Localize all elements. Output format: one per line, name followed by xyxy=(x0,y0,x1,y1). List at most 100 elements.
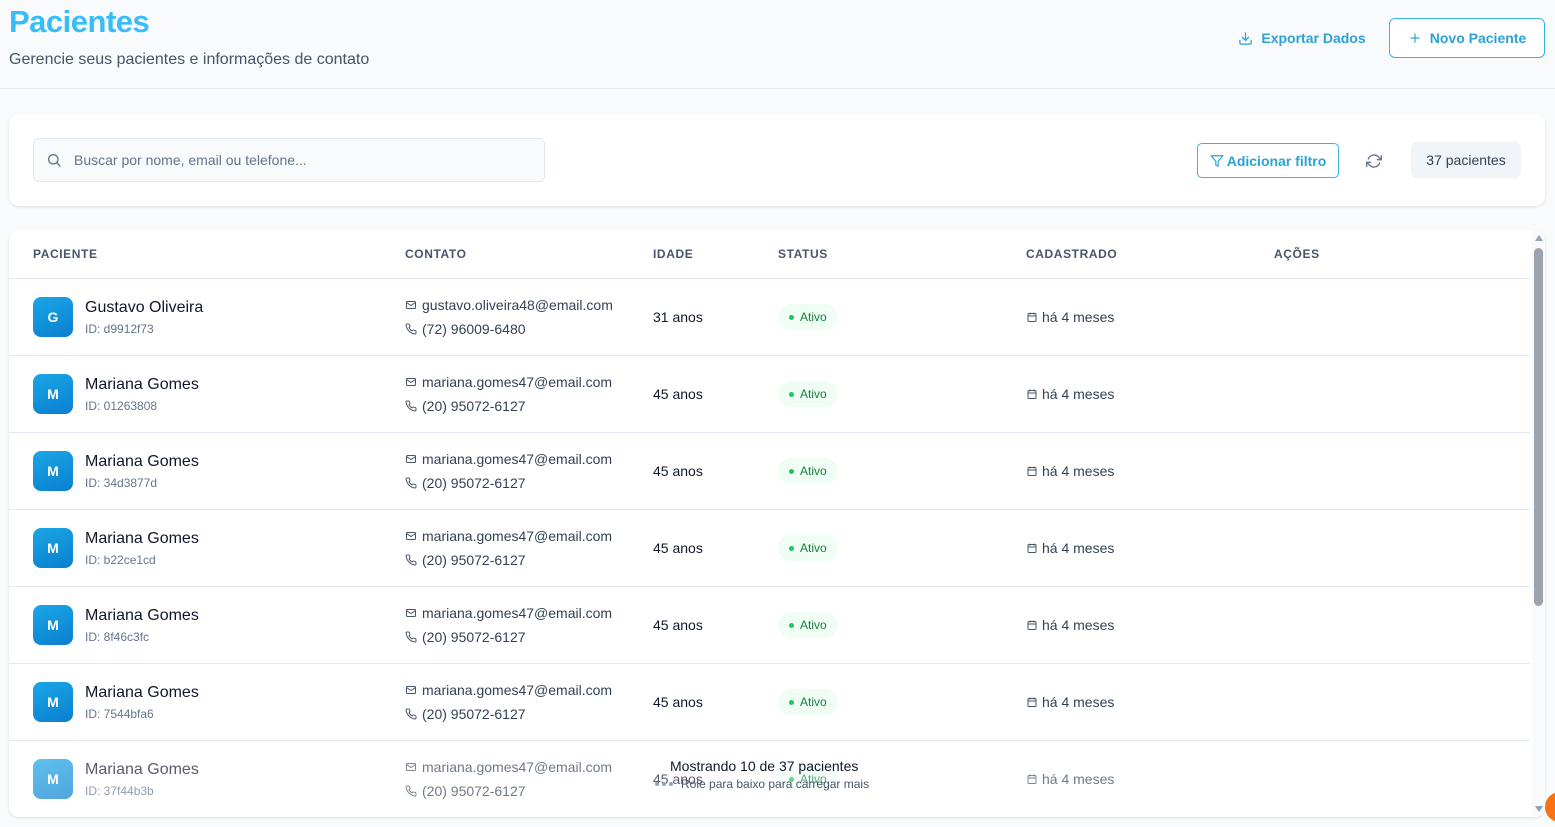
avatar: M xyxy=(33,374,73,414)
patient-email: gustavo.oliveira48@email.com xyxy=(405,297,613,313)
patient-name: Mariana Gomes xyxy=(85,607,199,624)
mail-icon xyxy=(405,453,417,465)
patients-table: PACIENTE CONTATO IDADE STATUS CADASTRADO… xyxy=(9,230,1545,817)
registered-date: há 4 meses xyxy=(1026,694,1114,710)
search-icon xyxy=(46,152,62,168)
calendar-icon xyxy=(1026,311,1038,323)
status-text: Ativo xyxy=(800,695,827,709)
patient-name: Mariana Gomes xyxy=(85,530,199,547)
patient-id: ID: 01263808 xyxy=(85,399,158,413)
status-badge: Ativo xyxy=(778,458,838,484)
calendar-icon xyxy=(1026,619,1038,631)
registered-text: há 4 meses xyxy=(1042,617,1115,633)
registered-date: há 4 meses xyxy=(1026,617,1114,633)
email-text: mariana.gomes47@email.com xyxy=(422,682,613,698)
registered-text: há 4 meses xyxy=(1042,386,1115,402)
column-header-actions: AÇÕES xyxy=(1274,247,1320,261)
patient-phone: (20) 95072-6127 xyxy=(405,475,526,491)
patient-age: 31 anos xyxy=(653,309,703,325)
email-text: gustavo.oliveira48@email.com xyxy=(422,297,613,313)
patient-id: ID: 8f46c3fc xyxy=(85,630,150,644)
patient-name: Gustavo Oliveira xyxy=(85,299,204,316)
plus-icon xyxy=(1408,31,1422,45)
patient-email: mariana.gomes47@email.com xyxy=(405,759,612,775)
showing-count-text: Mostrando 10 de 37 pacientes xyxy=(670,758,859,774)
search-input[interactable] xyxy=(74,139,534,181)
patient-email: mariana.gomes47@email.com xyxy=(405,528,612,544)
phone-icon xyxy=(405,477,417,489)
patient-age: 45 anos xyxy=(653,617,703,633)
status-dot xyxy=(789,391,794,397)
patient-name: Mariana Gomes xyxy=(85,376,199,393)
status-badge: Ativo xyxy=(778,304,838,330)
mail-icon xyxy=(405,607,417,619)
column-header-registered: CADASTRADO xyxy=(1026,247,1118,261)
patient-age: 45 anos xyxy=(653,386,703,402)
column-header-patient: PACIENTE xyxy=(33,247,98,261)
column-header-status: STATUS xyxy=(778,247,828,261)
table-row[interactable]: M Mariana Gomes ID: b22ce1cd mariana.gom… xyxy=(9,510,1530,587)
patient-name: Mariana Gomes xyxy=(85,684,199,701)
status-badge: Ativo xyxy=(778,689,838,715)
registered-date: há 4 meses xyxy=(1026,309,1114,325)
scroll-up-arrow-icon[interactable] xyxy=(1535,235,1543,241)
calendar-icon xyxy=(1026,773,1038,785)
avatar: M xyxy=(33,605,73,645)
patient-age: 45 anos xyxy=(653,463,703,479)
patient-id: ID: 34d3877d xyxy=(85,476,158,490)
page-subtitle: Gerencie seus pacientes e informações de… xyxy=(9,51,370,68)
patient-phone: (20) 95072-6127 xyxy=(405,706,526,722)
mail-icon xyxy=(405,299,417,311)
export-data-button[interactable]: Exportar Dados xyxy=(1227,18,1377,58)
status-text: Ativo xyxy=(800,618,827,632)
status-dot xyxy=(789,314,794,320)
patient-phone: (20) 95072-6127 xyxy=(405,629,526,645)
status-badge: Ativo xyxy=(778,381,838,407)
filter-icon xyxy=(1210,154,1224,168)
floating-action-button[interactable] xyxy=(1545,792,1555,822)
patient-phone: (20) 95072-6127 xyxy=(405,783,526,799)
patient-email: mariana.gomes47@email.com xyxy=(405,605,612,621)
patient-phone: (20) 95072-6127 xyxy=(405,398,526,414)
new-patient-label: Novo Paciente xyxy=(1429,30,1527,46)
search-box xyxy=(33,138,545,182)
table-row[interactable]: M Mariana Gomes ID: 34d3877d mariana.gom… xyxy=(9,433,1530,510)
avatar: M xyxy=(33,528,73,568)
table-scrollbar[interactable] xyxy=(1532,230,1545,817)
table-row[interactable]: M Mariana Gomes ID: 01263808 mariana.gom… xyxy=(9,356,1530,433)
mail-icon xyxy=(405,530,417,542)
patient-email: mariana.gomes47@email.com xyxy=(405,682,612,698)
scroll-down-arrow-icon[interactable] xyxy=(1535,806,1543,812)
phone-icon xyxy=(405,400,417,412)
table-row[interactable]: M Mariana Gomes ID: 7544bfa6 mariana.gom… xyxy=(9,664,1530,741)
patient-id: ID: b22ce1cd xyxy=(85,553,156,567)
phone-text: (20) 95072-6127 xyxy=(422,629,526,645)
scrollbar-thumb[interactable] xyxy=(1534,248,1543,606)
registered-date: há 4 meses xyxy=(1026,386,1114,402)
calendar-icon xyxy=(1026,465,1038,477)
patient-id: ID: 37f44b3b xyxy=(85,784,154,798)
patient-id: ID: 7544bfa6 xyxy=(85,707,154,721)
phone-text: (20) 95072-6127 xyxy=(422,552,526,568)
registered-text: há 4 meses xyxy=(1042,463,1115,479)
status-badge: Ativo xyxy=(778,612,838,638)
add-filter-button[interactable]: Adicionar filtro xyxy=(1197,143,1339,178)
phone-text: (20) 95072-6127 xyxy=(422,706,526,722)
table-row[interactable]: G Gustavo Oliveira ID: d9912f73 gustavo.… xyxy=(9,279,1530,356)
registered-text: há 4 meses xyxy=(1042,694,1115,710)
refresh-button[interactable] xyxy=(1362,149,1386,173)
download-icon xyxy=(1238,31,1253,46)
status-text: Ativo xyxy=(800,387,827,401)
registered-text: há 4 meses xyxy=(1042,309,1115,325)
calendar-icon xyxy=(1026,388,1038,400)
loading-dots-icon xyxy=(655,782,673,786)
patient-name: Mariana Gomes xyxy=(85,761,199,778)
status-dot xyxy=(789,468,794,474)
table-row[interactable]: M Mariana Gomes ID: 8f46c3fc mariana.gom… xyxy=(9,587,1530,664)
phone-text: (72) 96009-6480 xyxy=(422,321,526,337)
phone-text: (20) 95072-6127 xyxy=(422,475,526,491)
new-patient-button[interactable]: Novo Paciente xyxy=(1389,18,1545,58)
phone-icon xyxy=(405,554,417,566)
registered-date: há 4 meses xyxy=(1026,771,1114,787)
page-title: Pacientes xyxy=(9,4,150,39)
